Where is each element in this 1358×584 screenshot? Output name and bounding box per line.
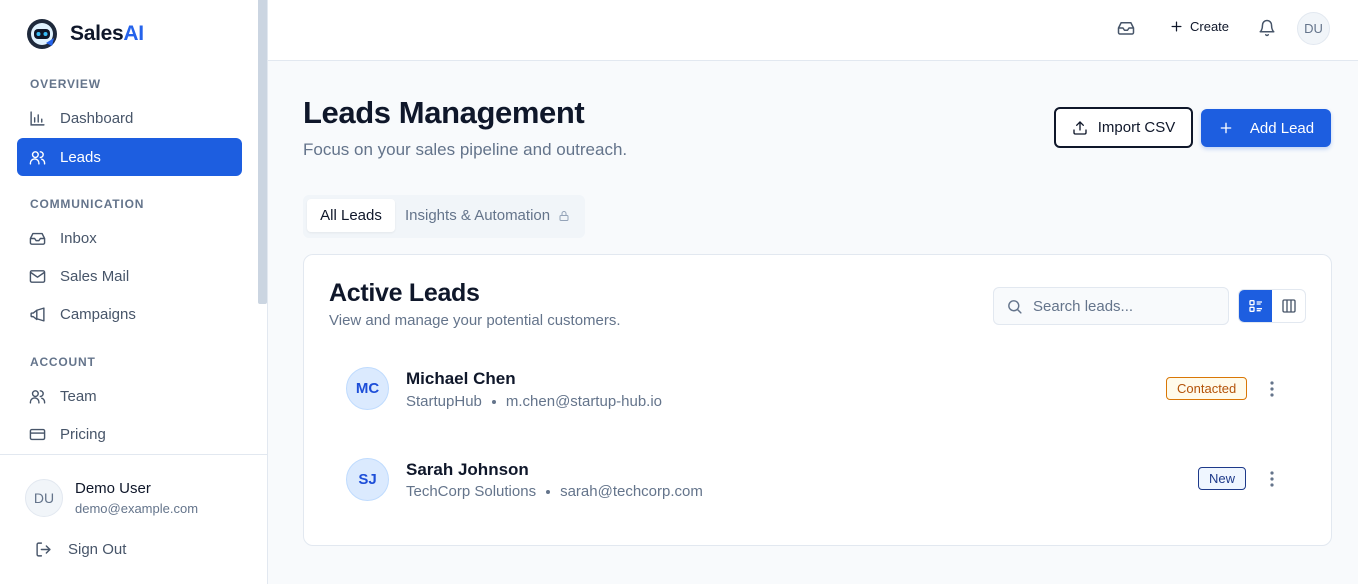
more-vertical-icon[interactable]: [1264, 469, 1280, 489]
user-profile[interactable]: DU Demo User demo@example.com: [25, 479, 198, 517]
lead-meta: StartupHub m.chen@startup-hub.io: [406, 393, 662, 410]
card-subtitle: View and manage your potential customers…: [329, 312, 621, 329]
list-view-button[interactable]: [1239, 290, 1272, 322]
users-icon: [29, 150, 46, 165]
robot-logo-icon: [27, 19, 57, 49]
sidebar-item-label: Team: [60, 387, 97, 405]
create-label: Create: [1190, 19, 1230, 34]
sidebar-item-label: Leads: [60, 148, 101, 166]
tab-insights-automation[interactable]: Insights & Automation: [405, 199, 570, 232]
inbox-icon: [29, 232, 46, 245]
tab-list: All Leads Insights & Automation: [303, 195, 585, 238]
upload-icon: [1073, 120, 1087, 135]
avatar: DU: [25, 479, 63, 517]
more-vertical-icon[interactable]: [1264, 379, 1280, 399]
add-lead-label: Add Lead: [1249, 119, 1315, 137]
log-out-icon: [36, 542, 51, 557]
avatar[interactable]: DU: [1297, 12, 1330, 45]
lead-row[interactable]: SJ Sarah Johnson TechCorp Solutions sara…: [304, 439, 1333, 519]
sidebar-item-campaigns[interactable]: Campaigns: [17, 295, 242, 333]
import-csv-button[interactable]: Import CSV: [1054, 107, 1193, 148]
list-view-icon: [1248, 300, 1262, 312]
lead-name: Michael Chen: [406, 369, 516, 388]
sign-out-button[interactable]: Sign Out: [35, 541, 126, 558]
lead-meta: TechCorp Solutions sarah@techcorp.com: [406, 483, 703, 500]
create-button[interactable]: Create: [1169, 19, 1229, 34]
topbar: Create DU: [268, 0, 1358, 61]
brand[interactable]: SalesAI: [26, 18, 144, 50]
lead-name: Sarah Johnson: [406, 460, 529, 479]
sidebar-item-pricing[interactable]: Pricing: [17, 415, 242, 453]
sign-out-label: Sign Out: [68, 541, 127, 558]
section-label-account: ACCOUNT: [30, 355, 96, 369]
bell-icon[interactable]: [1258, 19, 1276, 37]
active-leads-card: Active Leads View and manage your potent…: [303, 254, 1332, 546]
search-box: [993, 287, 1229, 325]
plus-icon: [1220, 122, 1232, 134]
avatar: SJ: [346, 458, 389, 501]
avatar: MC: [346, 367, 389, 410]
page-title: Leads Management: [303, 95, 585, 130]
user-name: Demo User: [75, 480, 151, 497]
lead-company: TechCorp Solutions: [406, 483, 537, 500]
card-title: Active Leads: [329, 279, 480, 307]
board-view-button[interactable]: [1272, 290, 1305, 322]
add-lead-button[interactable]: Add Lead: [1201, 109, 1331, 147]
sidebar-item-inbox[interactable]: Inbox: [17, 219, 242, 257]
sidebar-scrollbar[interactable]: [258, 0, 267, 304]
sidebar: SalesAI OVERVIEW Dashboard Leads COMMUNI…: [0, 0, 268, 584]
plus-icon: [1171, 21, 1182, 32]
search-input[interactable]: [1033, 297, 1213, 315]
sidebar-item-leads[interactable]: Leads: [17, 138, 242, 176]
import-label: Import CSV: [1097, 119, 1176, 136]
sidebar-item-label: Campaigns: [60, 305, 136, 323]
sidebar-item-team[interactable]: Team: [17, 377, 242, 415]
sidebar-item-sales-mail[interactable]: Sales Mail: [17, 257, 242, 295]
mail-icon: [29, 269, 46, 283]
lock-icon: [559, 210, 569, 221]
status-badge: New: [1198, 467, 1247, 490]
sidebar-item-dashboard[interactable]: Dashboard: [17, 99, 242, 137]
separator-dot: [491, 399, 496, 404]
tab-label: Insights & Automation: [405, 207, 551, 224]
sidebar-item-label: Dashboard: [60, 109, 134, 127]
credit-card-icon: [29, 428, 46, 440]
lead-row[interactable]: MC Michael Chen StartupHub m.chen@startu…: [304, 349, 1333, 429]
sidebar-item-label: Pricing: [60, 425, 106, 443]
tab-all-leads[interactable]: All Leads: [307, 199, 395, 232]
view-toggle: [1238, 289, 1306, 323]
brand-name: SalesAI: [70, 22, 144, 45]
section-label-communication: COMMUNICATION: [30, 197, 145, 211]
separator-dot: [546, 489, 551, 494]
tab-label: All Leads: [320, 207, 382, 224]
section-label-overview: OVERVIEW: [30, 77, 101, 91]
columns-icon: [1281, 299, 1296, 313]
users-icon: [29, 389, 46, 404]
megaphone-icon: [30, 306, 45, 322]
sidebar-item-label: Sales Mail: [60, 267, 130, 285]
inbox-icon[interactable]: [1117, 19, 1135, 37]
sidebar-item-label: Inbox: [60, 229, 97, 247]
lead-email: sarah@techcorp.com: [560, 483, 703, 500]
lead-email: m.chen@startup-hub.io: [505, 393, 663, 410]
page-subtitle: Focus on your sales pipeline and outreac…: [303, 140, 628, 159]
sidebar-footer: DU Demo User demo@example.com Sign Out: [0, 454, 267, 584]
search-icon: [1008, 299, 1022, 314]
user-email: demo@example.com: [75, 501, 199, 516]
status-badge: Contacted: [1166, 377, 1248, 400]
lead-company: StartupHub: [406, 393, 482, 410]
bar-chart-icon: [30, 110, 45, 126]
